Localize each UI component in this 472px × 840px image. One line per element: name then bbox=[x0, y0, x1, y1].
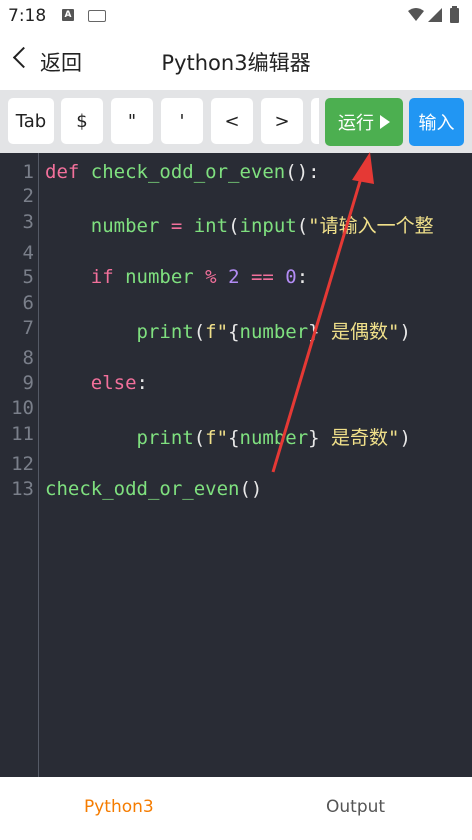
key-greater-than-button[interactable]: > bbox=[261, 98, 303, 144]
line-number: 4 bbox=[22, 242, 34, 264]
line-number: 13 bbox=[11, 478, 34, 500]
line-number: 8 bbox=[22, 347, 34, 369]
key-less-than-button[interactable]: < bbox=[211, 98, 253, 144]
bottom-tab-bar: Python3 Output bbox=[0, 777, 472, 840]
battery-icon bbox=[450, 8, 459, 23]
code-line-5: if number % 2 == 0: bbox=[90, 266, 309, 288]
code-line-13: check_odd_or_even() bbox=[45, 478, 263, 500]
key-dollar-button[interactable]: $ bbox=[61, 98, 103, 144]
tab-python3[interactable]: Python3 bbox=[84, 797, 154, 817]
wifi-icon bbox=[408, 8, 424, 21]
key-tab-button[interactable]: Tab bbox=[8, 98, 54, 144]
run-button[interactable]: 运行 bbox=[325, 98, 403, 146]
signal-icon bbox=[428, 8, 442, 22]
play-icon bbox=[380, 115, 390, 129]
notification-a-icon: A bbox=[62, 9, 74, 21]
line-number: 2 bbox=[22, 185, 34, 207]
line-number: 9 bbox=[22, 372, 34, 394]
keyboard-icon bbox=[88, 10, 106, 22]
run-label: 运行 bbox=[338, 113, 374, 134]
code-line-11: print(f"{number} 是奇数") bbox=[136, 427, 411, 449]
key-partial-button[interactable] bbox=[311, 98, 319, 144]
code-line-7: print(f"{number} 是偶数") bbox=[136, 321, 411, 343]
code-line-1: def check_odd_or_even(): bbox=[45, 161, 320, 183]
code-editor[interactable]: 1 2 3 4 5 6 7 8 9 10 11 12 13 def check_… bbox=[0, 153, 472, 777]
tab-output[interactable]: Output bbox=[326, 797, 385, 817]
line-number: 5 bbox=[22, 266, 34, 288]
status-icons bbox=[406, 6, 466, 30]
input-button[interactable]: 输入 bbox=[409, 98, 464, 146]
page-title: Python3编辑器 bbox=[161, 51, 311, 75]
line-number: 3 bbox=[22, 211, 34, 233]
line-number: 11 bbox=[11, 423, 34, 445]
status-bar: 7:18 A bbox=[0, 0, 472, 32]
gutter-divider bbox=[38, 153, 39, 777]
code-line-9: else: bbox=[90, 372, 148, 394]
key-double-quote-button[interactable]: " bbox=[111, 98, 153, 144]
status-time: 7:18 bbox=[8, 6, 47, 26]
code-line-3: number = int(input("请输入一个整 bbox=[90, 215, 434, 237]
line-number: 1 bbox=[22, 161, 34, 183]
line-number: 7 bbox=[22, 317, 34, 339]
key-single-quote-button[interactable]: ' bbox=[161, 98, 203, 144]
line-number: 6 bbox=[22, 292, 34, 314]
line-number: 10 bbox=[11, 397, 34, 419]
line-number: 12 bbox=[11, 453, 34, 475]
